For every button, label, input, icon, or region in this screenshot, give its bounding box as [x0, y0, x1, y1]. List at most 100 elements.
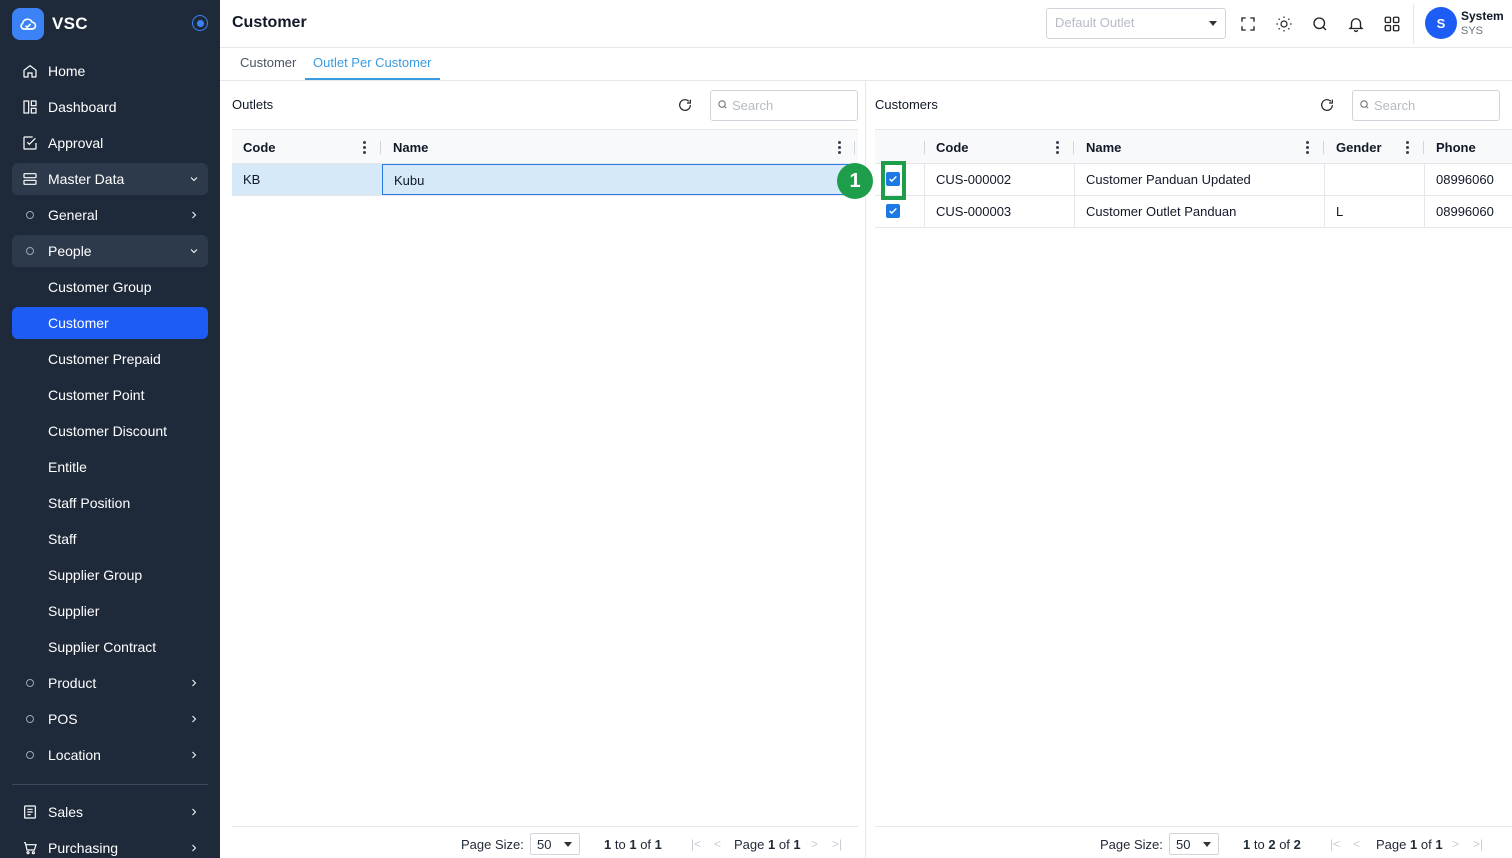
column-menu-icon[interactable]	[1305, 141, 1309, 154]
cell-gender[interactable]: L	[1325, 196, 1425, 227]
page-size-select[interactable]: 50	[1169, 833, 1219, 855]
sidebar-item-purchasing[interactable]: Purchasing	[12, 832, 208, 858]
cell-name[interactable]: Customer Outlet Panduan	[1075, 196, 1325, 227]
cell-select[interactable]	[875, 196, 925, 227]
column-header-gender[interactable]: Gender	[1325, 130, 1425, 165]
checkbox-highlight-box	[881, 161, 906, 200]
column-separator[interactable]	[1423, 141, 1424, 154]
cell-code[interactable]: CUS-000003	[925, 196, 1075, 227]
cell-phone[interactable]: 08996060	[1425, 196, 1512, 227]
refresh-icon[interactable]	[675, 95, 695, 115]
avatar[interactable]: S	[1425, 7, 1457, 39]
sidebar-item-supplier[interactable]: Supplier	[12, 595, 208, 627]
sidebar-item-staff[interactable]: Staff	[12, 523, 208, 555]
first-page-icon[interactable]: |<	[1330, 837, 1340, 851]
sidebar-item-label: Approval	[48, 135, 104, 151]
sidebar-item-customer-group[interactable]: Customer Group	[12, 271, 208, 303]
chevron-right-icon	[180, 796, 208, 828]
cell-gender[interactable]	[1325, 164, 1425, 195]
sidebar-toggle-icon[interactable]	[192, 15, 208, 31]
user-code: SYS	[1461, 25, 1484, 37]
sidebar-item-people[interactable]: People	[12, 235, 208, 267]
row-to: 2	[1268, 837, 1276, 852]
last-page-icon[interactable]: >|	[1473, 837, 1483, 851]
page-word: Page	[1376, 837, 1407, 852]
apps-grid-icon[interactable]	[1380, 12, 1404, 36]
column-menu-icon[interactable]	[1055, 141, 1059, 154]
circle-icon	[12, 235, 48, 267]
outlet-select[interactable]: Default Outlet	[1046, 8, 1226, 39]
database-icon	[12, 163, 48, 195]
last-page-icon[interactable]: >|	[832, 837, 842, 851]
customers-search[interactable]	[1352, 90, 1500, 121]
sidebar-item-entitle[interactable]: Entitle	[12, 451, 208, 483]
column-header-phone[interactable]: Phone	[1425, 130, 1512, 165]
sidebar-item-customer-point[interactable]: Customer Point	[12, 379, 208, 411]
caret-down-icon	[564, 842, 572, 847]
customers-search-input[interactable]	[1374, 98, 1484, 113]
column-menu-icon[interactable]	[362, 141, 366, 154]
column-header-code[interactable]: Code	[925, 130, 1075, 165]
sidebar-item-approval[interactable]: Approval	[12, 127, 208, 159]
sidebar-item-dashboard[interactable]: Dashboard	[12, 91, 208, 123]
cell-phone[interactable]: 08996060	[1425, 164, 1512, 195]
column-header-code[interactable]: Code	[232, 130, 382, 165]
row-total: 2	[1293, 837, 1301, 852]
row-checkbox[interactable]	[886, 204, 900, 218]
column-separator[interactable]	[1323, 141, 1324, 154]
cell-code[interactable]: KB	[232, 164, 382, 195]
column-header-name[interactable]: Name	[1075, 130, 1325, 165]
column-menu-icon[interactable]	[1405, 141, 1409, 154]
prev-page-icon[interactable]: <	[1353, 837, 1360, 851]
table-row[interactable]: KB Kubu	[232, 164, 858, 196]
sidebar-item-home[interactable]: Home	[12, 55, 208, 87]
column-menu-icon[interactable]	[837, 141, 841, 154]
row-range: 1 to 2 of 2	[1243, 837, 1301, 852]
sidebar-item-general[interactable]: General	[12, 199, 208, 231]
page-size-select[interactable]: 50	[530, 833, 580, 855]
column-header-name[interactable]: Name	[382, 130, 858, 165]
sidebar-item-label: Staff	[48, 531, 77, 547]
sidebar-item-master-data[interactable]: Master Data	[12, 163, 208, 195]
row-to: 1	[629, 837, 637, 852]
check-square-icon	[12, 127, 48, 159]
search-icon[interactable]	[1308, 12, 1332, 36]
column-separator[interactable]	[854, 141, 855, 154]
next-page-icon[interactable]: >	[1452, 837, 1459, 851]
column-separator[interactable]	[1073, 141, 1074, 154]
cell-code[interactable]: CUS-000002	[925, 164, 1075, 195]
sidebar-item-pos[interactable]: POS	[12, 703, 208, 735]
tab-customer[interactable]: Customer	[232, 48, 304, 80]
column-separator[interactable]	[380, 141, 381, 154]
fullscreen-icon[interactable]	[1236, 12, 1260, 36]
of-word: of	[640, 837, 652, 852]
page-total: 1	[793, 837, 801, 852]
sidebar-item-staff-position[interactable]: Staff Position	[12, 487, 208, 519]
cloud-logo-icon	[12, 8, 44, 40]
table-row[interactable]: CUS-000003 Customer Outlet Panduan L 089…	[875, 196, 1512, 228]
sidebar-item-supplier-group[interactable]: Supplier Group	[12, 559, 208, 591]
sidebar-item-customer-prepaid[interactable]: Customer Prepaid	[12, 343, 208, 375]
chevron-right-icon	[180, 199, 208, 231]
sidebar-item-supplier-contract[interactable]: Supplier Contract	[12, 631, 208, 663]
outlets-search[interactable]	[710, 90, 858, 121]
cell-name[interactable]: Kubu	[382, 164, 858, 195]
bell-icon[interactable]	[1344, 12, 1368, 36]
first-page-icon[interactable]: |<	[691, 837, 701, 851]
sidebar-item-sales[interactable]: Sales	[12, 796, 208, 828]
sidebar-item-customer[interactable]: Customer	[12, 307, 208, 339]
sidebar-item-customer-discount[interactable]: Customer Discount	[12, 415, 208, 447]
next-page-icon[interactable]: >	[811, 837, 818, 851]
table-row[interactable]: CUS-000002 Customer Panduan Updated 0899…	[875, 164, 1512, 196]
of-word: of	[778, 837, 790, 852]
sun-icon[interactable]	[1272, 12, 1296, 36]
refresh-icon[interactable]	[1317, 95, 1337, 115]
cell-name[interactable]: Customer Panduan Updated	[1075, 164, 1325, 195]
prev-page-icon[interactable]: <	[714, 837, 721, 851]
tab-outlet-per-customer[interactable]: Outlet Per Customer	[305, 48, 440, 80]
sidebar-item-location[interactable]: Location	[12, 739, 208, 771]
sidebar-item-label: Sales	[48, 804, 84, 820]
outlets-search-input[interactable]	[732, 98, 842, 113]
sidebar-item-product[interactable]: Product	[12, 667, 208, 699]
to-word: to	[614, 837, 626, 852]
